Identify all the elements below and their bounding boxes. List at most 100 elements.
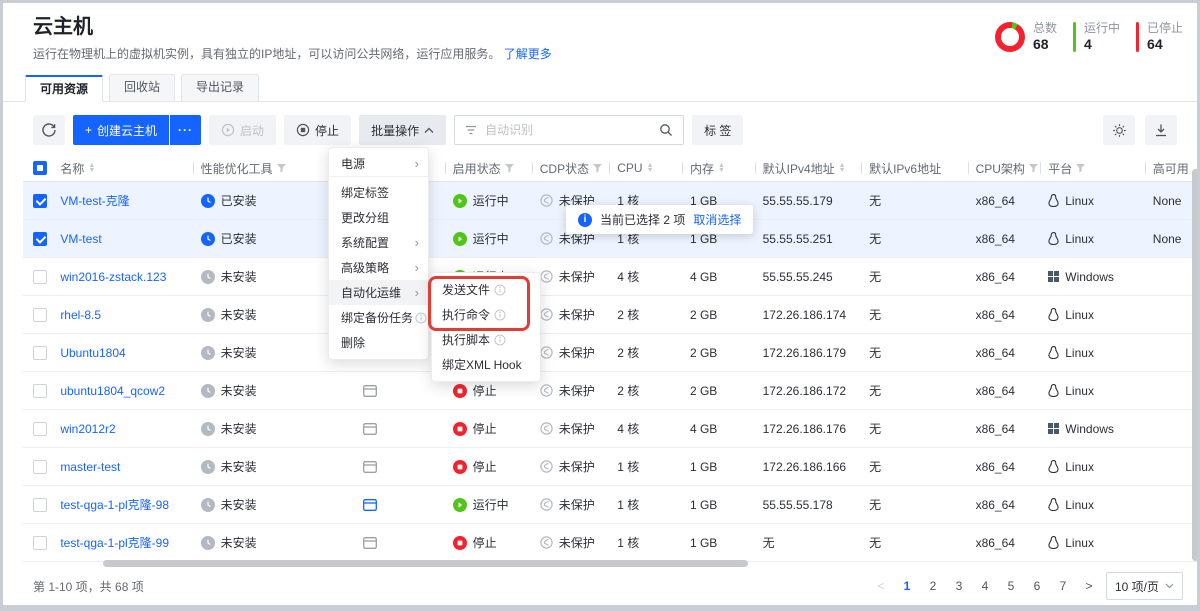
vm-name-link[interactable]: VM-test	[60, 232, 101, 246]
console-icon[interactable]	[363, 537, 377, 549]
vm-name-link[interactable]: test-qga-1-pl克隆-99	[60, 534, 169, 551]
page-number[interactable]: 1	[898, 579, 916, 593]
menu-item[interactable]: 绑定标签 ›	[329, 180, 428, 205]
filter-icon[interactable]	[593, 164, 602, 173]
sort-icon[interactable]: ▲▼	[88, 163, 95, 173]
table-row[interactable]: win2016-zstack.123 未安装	[23, 258, 1200, 296]
vm-name-link[interactable]: VM-test-克隆	[60, 192, 129, 209]
table-row[interactable]: test-qga-1-pl克隆-99 未安装	[23, 524, 1200, 562]
create-vm-button[interactable]: + 创建云主机	[73, 115, 169, 145]
row-checkbox[interactable]	[33, 270, 47, 284]
next-page-button[interactable]: >	[1080, 579, 1098, 593]
sort-icon[interactable]: ▲▼	[647, 163, 654, 173]
cdp-unprotected-icon	[540, 498, 553, 511]
row-checkbox[interactable]	[33, 460, 47, 474]
row-checkbox[interactable]	[33, 194, 47, 208]
console-icon[interactable]	[363, 385, 377, 397]
settings-button[interactable]	[1103, 115, 1135, 145]
page-number[interactable]: 7	[1054, 579, 1072, 593]
row-checkbox[interactable]	[33, 232, 47, 246]
guest-tools-status-icon	[201, 422, 215, 436]
tag-button[interactable]: 标 签	[692, 115, 743, 145]
filter-icon[interactable]	[505, 164, 514, 173]
menu-item[interactable]: 绑定备份任务 ›	[329, 305, 428, 330]
menu-item[interactable]: 删除 ›	[329, 330, 428, 355]
guest-tools-status-icon	[201, 498, 215, 512]
sort-icon[interactable]: ▲▼	[718, 163, 725, 173]
select-all-checkbox[interactable]	[33, 161, 47, 175]
filter-icon[interactable]	[1076, 164, 1085, 173]
chevron-right-icon: ›	[415, 286, 419, 299]
console-icon[interactable]	[363, 461, 377, 473]
row-checkbox[interactable]	[33, 536, 47, 550]
vm-name-link[interactable]: win2016-zstack.123	[60, 270, 166, 284]
row-checkbox[interactable]	[33, 498, 47, 512]
page-number[interactable]: 5	[1002, 579, 1020, 593]
tab-available-resources[interactable]: 可用资源	[25, 75, 103, 102]
page-number[interactable]: 2	[924, 579, 942, 593]
vm-name-link[interactable]: win2012r2	[60, 422, 115, 436]
tab-recycle-bin[interactable]: 回收站	[109, 74, 175, 101]
table-header: 名称 ▲▼ 性能优化工具 启用状态 CDP状态 CPU ▲▼ 内存 ▲▼ 默认I…	[23, 155, 1200, 182]
row-checkbox[interactable]	[33, 346, 47, 360]
platform-icon	[1048, 271, 1059, 282]
info-icon	[494, 334, 506, 346]
submenu-item[interactable]: 执行命令	[432, 302, 540, 327]
learn-more-link[interactable]: 了解更多	[504, 47, 552, 61]
page-number[interactable]: 3	[950, 579, 968, 593]
menu-item[interactable]: 自动化运维 ›	[329, 280, 428, 305]
platform-icon	[1048, 384, 1059, 397]
cancel-selection-link[interactable]: 取消选择	[693, 211, 741, 228]
guest-tools-status-icon	[201, 536, 215, 550]
start-button[interactable]: 启动	[209, 115, 276, 145]
tab-export-records[interactable]: 导出记录	[181, 74, 259, 101]
search-input[interactable]	[485, 123, 651, 137]
row-checkbox[interactable]	[33, 308, 47, 322]
row-checkbox[interactable]	[33, 422, 47, 436]
table-row[interactable]: rhel-8.5 未安装 运行中	[23, 296, 1200, 334]
console-icon[interactable]	[363, 499, 377, 511]
page-size-select[interactable]: 10 项/页	[1106, 572, 1183, 600]
search-icon[interactable]	[659, 123, 673, 137]
power-state-icon	[453, 422, 467, 436]
table-row[interactable]: Ubuntu1804 未安装 运行	[23, 334, 1200, 372]
cdp-unprotected-icon	[540, 308, 553, 321]
cdp-unprotected-icon	[540, 194, 553, 207]
page-number[interactable]: 4	[976, 579, 994, 593]
vm-name-link[interactable]: test-qga-1-pl克隆-98	[60, 496, 169, 513]
page-header: 云主机 运行在物理机上的虚拟机实例，具有独立的IP地址，可以访问公共网络，运行应…	[3, 3, 1197, 65]
export-button[interactable]	[1145, 115, 1177, 145]
refresh-button[interactable]	[33, 115, 65, 145]
table-row[interactable]: master-test 未安装 停	[23, 448, 1200, 486]
filter-icon[interactable]	[277, 164, 286, 173]
row-checkbox[interactable]	[33, 384, 47, 398]
stop-button[interactable]: 停止	[284, 115, 351, 145]
vm-name-link[interactable]: rhel-8.5	[60, 308, 101, 322]
console-icon[interactable]	[363, 423, 377, 435]
platform-icon	[1048, 232, 1059, 245]
info-icon	[494, 284, 506, 296]
vm-name-link[interactable]: Ubuntu1804	[60, 346, 125, 360]
menu-item[interactable]: 系统配置 ›	[329, 230, 428, 255]
filter-icon[interactable]	[1029, 164, 1038, 173]
vm-name-link[interactable]: master-test	[60, 460, 120, 474]
download-icon	[1154, 123, 1168, 137]
create-more-button[interactable]: ···	[170, 115, 201, 145]
horizontal-scrollbar[interactable]	[103, 560, 748, 567]
page-number[interactable]: 6	[1028, 579, 1046, 593]
submenu-item[interactable]: 执行脚本	[432, 327, 540, 352]
menu-item[interactable]: 更改分组 ›	[329, 205, 428, 230]
batch-operations-button[interactable]: 批量操作	[359, 115, 446, 145]
table-row[interactable]: test-qga-1-pl克隆-98 未安装	[23, 486, 1200, 524]
prev-page-button[interactable]: <	[872, 579, 890, 593]
menu-item[interactable]: 高级策略 ›	[329, 255, 428, 280]
sort-icon[interactable]: ▲▼	[839, 163, 846, 173]
filter-lines-icon	[465, 125, 477, 135]
submenu-item[interactable]: 发送文件	[432, 277, 540, 302]
menu-item[interactable]: 电源 ›	[329, 152, 428, 177]
table-row[interactable]: ubuntu1804_qcow2 未安装	[23, 372, 1200, 410]
submenu-item[interactable]: 绑定XML Hook	[432, 352, 540, 377]
table-row[interactable]: win2012r2 未安装 停止	[23, 410, 1200, 448]
vm-name-link[interactable]: ubuntu1804_qcow2	[60, 384, 165, 398]
guest-tools-status-icon	[201, 270, 215, 284]
